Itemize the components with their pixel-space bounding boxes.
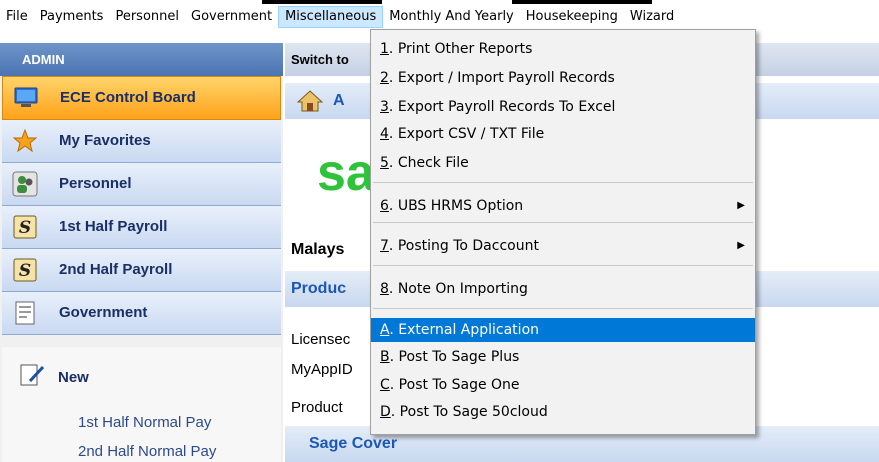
monitor-icon xyxy=(14,87,38,107)
myappid-label: MyAppID xyxy=(291,361,353,378)
menu-item-note-on-importing[interactable]: 8. Note On Importing xyxy=(371,278,755,300)
dollar-icon: S xyxy=(13,258,37,282)
menu-item-export-csv-txt[interactable]: 4. Export CSV / TXT File xyxy=(371,123,755,145)
svg-text:S: S xyxy=(19,218,31,238)
menu-government[interactable]: Government xyxy=(185,6,278,28)
sidebar-item-personnel[interactable]: Personnel xyxy=(2,163,281,206)
menu-personnel[interactable]: Personnel xyxy=(109,6,185,28)
menu-item-ubs-hrms-option[interactable]: 6. UBS HRMS Option ▶ xyxy=(371,195,755,217)
product-label: Product xyxy=(291,399,343,416)
menu-item-post-to-sage-one[interactable]: C. Post To Sage One xyxy=(371,374,755,396)
sidebar-submenu: New 1st Half Normal Pay 2nd Half Normal … xyxy=(2,347,281,462)
sidebar-item-label: ECE Control Board xyxy=(60,89,196,106)
sage-logo: sa xyxy=(317,144,375,202)
menu-monthly-and-yearly[interactable]: Monthly And Yearly xyxy=(383,6,520,28)
menu-housekeeping[interactable]: Housekeeping xyxy=(520,6,624,28)
menu-bar: File Payments Personnel Government Misce… xyxy=(0,5,879,29)
menu-item-post-to-sage-50cloud[interactable]: D. Post To Sage 50cloud xyxy=(371,401,755,423)
sidebar-item-2nd-half-payroll[interactable]: S 2nd Half Payroll xyxy=(2,249,281,292)
menu-item-print-other-reports[interactable]: 1. Print Other Reports xyxy=(371,38,755,60)
sidebar-item-government[interactable]: Government xyxy=(2,292,281,335)
menu-item-posting-to-daccount[interactable]: 7. Posting To Daccount ▶ xyxy=(371,235,755,257)
country-label: Malays xyxy=(291,241,345,258)
dollar-icon: S xyxy=(13,215,37,239)
menu-item-post-to-sage-plus[interactable]: B. Post To Sage Plus xyxy=(371,346,755,368)
link-1st-half-normal-pay[interactable]: 1st Half Normal Pay xyxy=(78,414,211,431)
miscellaneous-dropdown: 1. Print Other Reports 2. Export / Impor… xyxy=(370,29,756,435)
new-document-icon xyxy=(20,364,45,386)
people-icon xyxy=(12,171,38,197)
menu-file[interactable]: File xyxy=(0,6,34,28)
menu-item-export-import-payroll[interactable]: 2. Export / Import Payroll Records xyxy=(371,67,755,89)
new-label: New xyxy=(58,369,89,386)
menu-separator xyxy=(373,182,753,183)
star-icon xyxy=(12,128,38,153)
home-label: A xyxy=(333,92,345,109)
menu-miscellaneous[interactable]: Miscellaneous xyxy=(278,6,384,28)
menu-separator xyxy=(373,265,753,266)
svg-text:S: S xyxy=(19,261,31,281)
menu-payments[interactable]: Payments xyxy=(34,6,110,28)
menu-item-external-application[interactable]: A. External Application xyxy=(371,318,755,342)
sidebar-item-label: 2nd Half Payroll xyxy=(59,261,173,278)
licensed-label: Licensec xyxy=(291,331,351,348)
sidebar-item-label: My Favorites xyxy=(59,132,151,149)
menu-separator xyxy=(373,308,753,309)
sidebar: ADMIN ECE Control Board My Favorites Per… xyxy=(0,43,283,462)
menu-wizard[interactable]: Wizard xyxy=(624,6,680,28)
link-2nd-half-normal-pay[interactable]: 2nd Half Normal Pay xyxy=(78,443,216,460)
document-icon xyxy=(15,301,35,325)
sidebar-item-ece-control-board[interactable]: ECE Control Board xyxy=(2,76,281,120)
sidebar-item-my-favorites[interactable]: My Favorites xyxy=(2,120,281,163)
switch-label: Switch to xyxy=(291,52,349,67)
menu-separator xyxy=(373,222,753,223)
product-band-label: Produc xyxy=(291,280,347,297)
sidebar-item-label: 1st Half Payroll xyxy=(59,218,168,235)
submenu-arrow-icon: ▶ xyxy=(737,240,745,251)
sidebar-header: ADMIN xyxy=(0,43,283,76)
menu-item-check-file[interactable]: 5. Check File xyxy=(371,152,755,174)
home-icon[interactable] xyxy=(297,89,323,113)
sidebar-item-label: Government xyxy=(59,304,148,321)
menu-item-export-payroll-excel[interactable]: 3. Export Payroll Records To Excel xyxy=(371,96,755,118)
sidebar-item-1st-half-payroll[interactable]: S 1st Half Payroll xyxy=(2,206,281,249)
sidebar-item-label: Personnel xyxy=(59,175,132,192)
new-button[interactable]: New xyxy=(18,361,89,393)
submenu-arrow-icon: ▶ xyxy=(737,200,745,211)
